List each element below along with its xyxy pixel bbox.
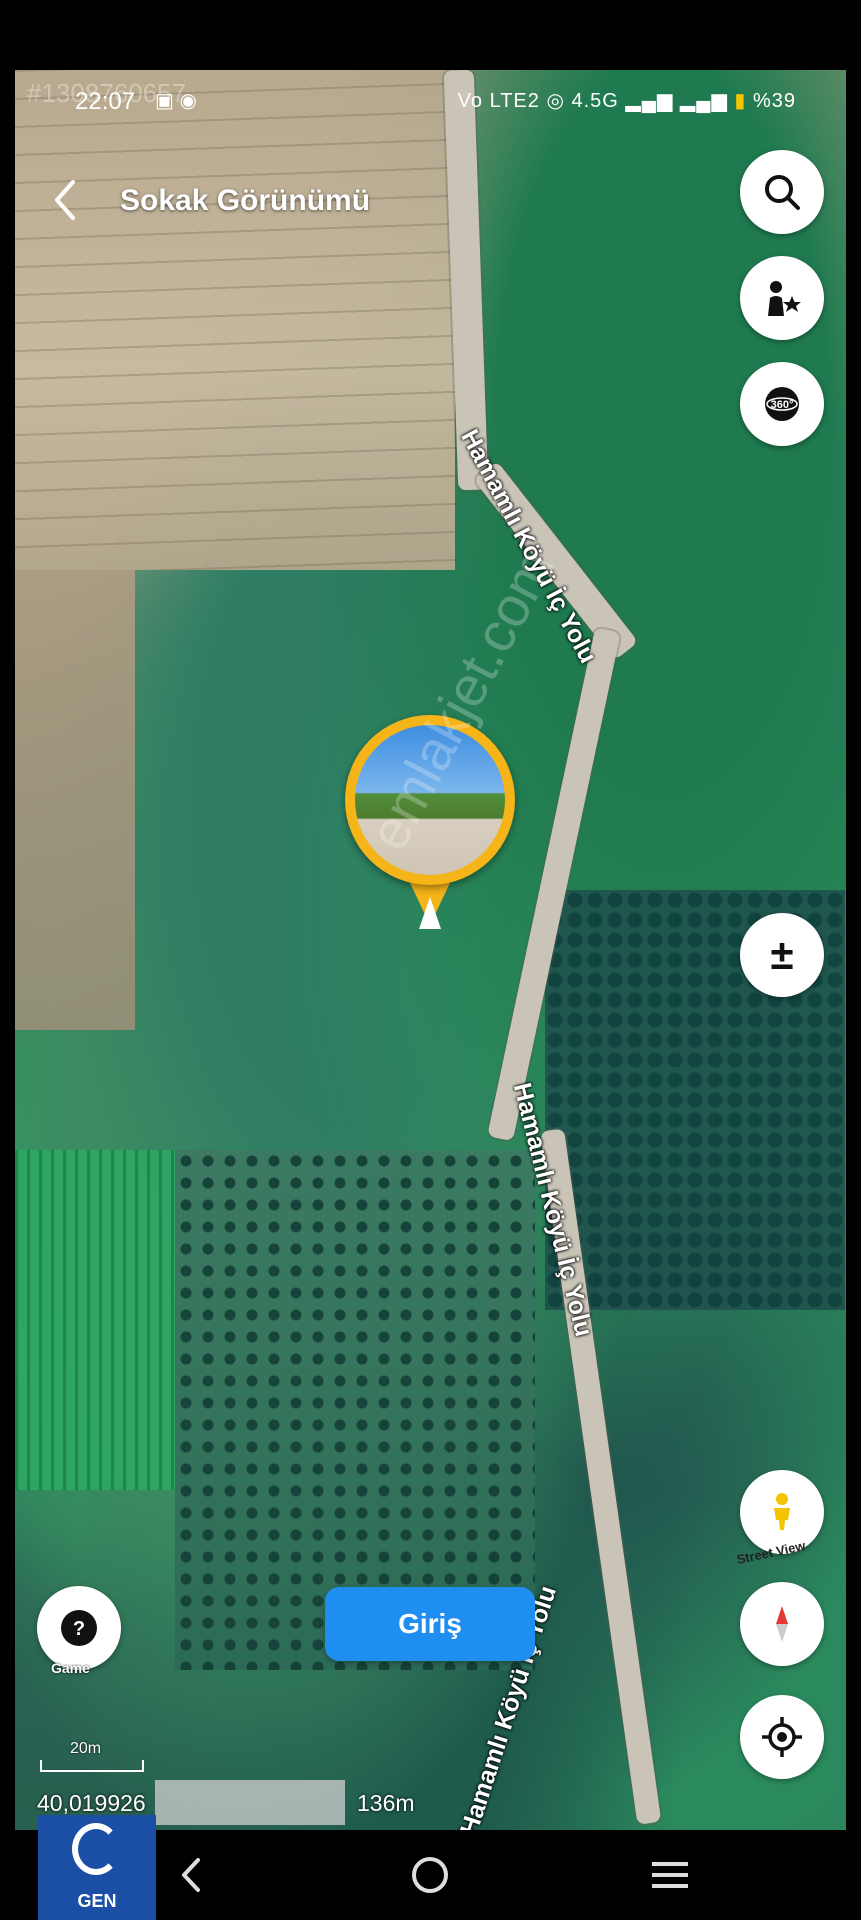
svg-text:?: ? — [73, 1618, 85, 1640]
screen: Hamamlı Köyü İç Yolu Hamamlı Köyü İç Yol… — [15, 70, 846, 1830]
zoom-icon: ± — [770, 931, 794, 978]
nav-menu-button[interactable] — [640, 1848, 700, 1902]
bare-field — [15, 570, 135, 1030]
data-type: 4.5G — [571, 90, 619, 112]
game-icon: ? — [61, 1610, 97, 1646]
giris-button[interactable]: Giriş — [325, 1587, 535, 1661]
notification-icons: ▣ ◉ — [155, 90, 197, 112]
plowed-field — [15, 70, 455, 570]
scale-label: 20m — [70, 1740, 102, 1757]
nav-menu-icon — [652, 1862, 688, 1888]
green-crop-field — [15, 1150, 175, 1490]
search-button[interactable] — [740, 150, 824, 234]
person-star-icon — [768, 281, 801, 316]
scale-bar — [40, 1760, 144, 1772]
compass-icon — [776, 1606, 788, 1642]
network-label: Vo LTE2 — [457, 90, 540, 112]
hotspot-icon: ◎ — [546, 90, 565, 112]
redacted-coordinate — [155, 1780, 345, 1825]
nav-back-icon — [182, 1858, 200, 1892]
battery-percent: %39 — [752, 90, 796, 112]
game-button[interactable]: ? Game — [37, 1586, 121, 1676]
signal-icon-2: ▂▄▆ — [679, 90, 728, 112]
search-icon — [765, 175, 800, 210]
signal-icon: ▂▄▆ — [625, 90, 674, 112]
360-icon: 360° — [765, 387, 799, 421]
nav-back-button[interactable] — [160, 1848, 220, 1902]
locate-icon — [762, 1717, 802, 1757]
battery-icon: ▮ — [734, 90, 747, 112]
gen-logo: GEN — [38, 1815, 156, 1920]
compass-button[interactable] — [740, 1582, 824, 1666]
nav-home-icon — [412, 1857, 448, 1893]
back-icon[interactable] — [45, 170, 85, 230]
coordinate-value: 40,019926 — [37, 1790, 146, 1816]
game-label: Game — [51, 1660, 90, 1676]
altitude-value: 136m — [357, 1790, 415, 1816]
locate-button[interactable] — [740, 1695, 824, 1779]
status-bar: #1308760657 22:07 ▣ ◉ Vo LTE2 ◎ 4.5G ▂▄▆… — [15, 70, 846, 130]
nav-home-button[interactable] — [400, 1848, 460, 1902]
gen-logo-text: GEN — [77, 1891, 117, 1911]
street-view-icon — [774, 1493, 790, 1530]
360-view-button[interactable]: 360° — [740, 362, 824, 446]
favorites-button[interactable] — [740, 256, 824, 340]
status-time: 22:07 — [75, 88, 136, 115]
gen-logo-mark — [72, 1823, 120, 1875]
status-right: Vo LTE2 ◎ 4.5G ▂▄▆ ▂▄▆ ▮ %39 — [458, 88, 796, 113]
pin-direction-arrow-icon — [419, 897, 441, 929]
page-title: Sokak Görünümü — [120, 184, 371, 217]
street-view-button[interactable]: Street View — [735, 1470, 824, 1567]
zoom-button[interactable]: ± — [740, 913, 824, 997]
